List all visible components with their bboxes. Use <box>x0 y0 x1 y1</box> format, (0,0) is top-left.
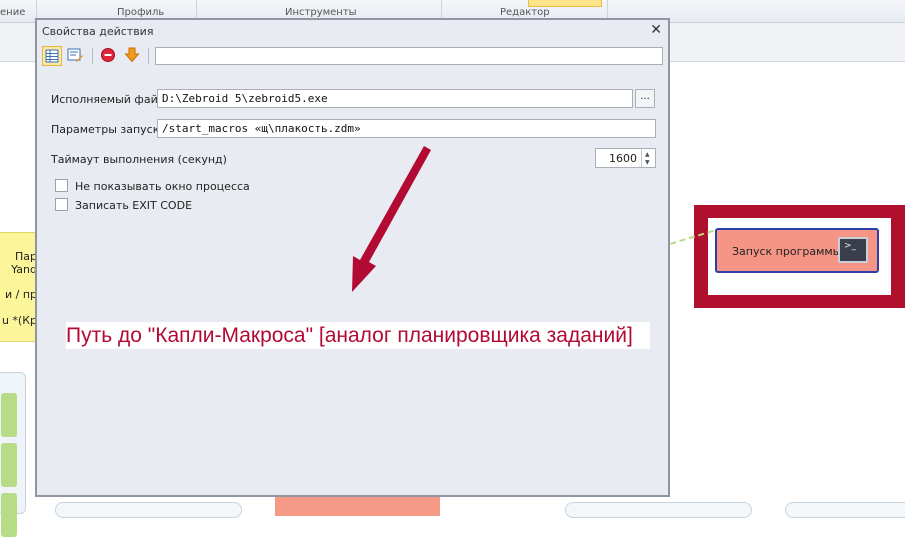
annotation-arrow-icon <box>352 146 431 292</box>
